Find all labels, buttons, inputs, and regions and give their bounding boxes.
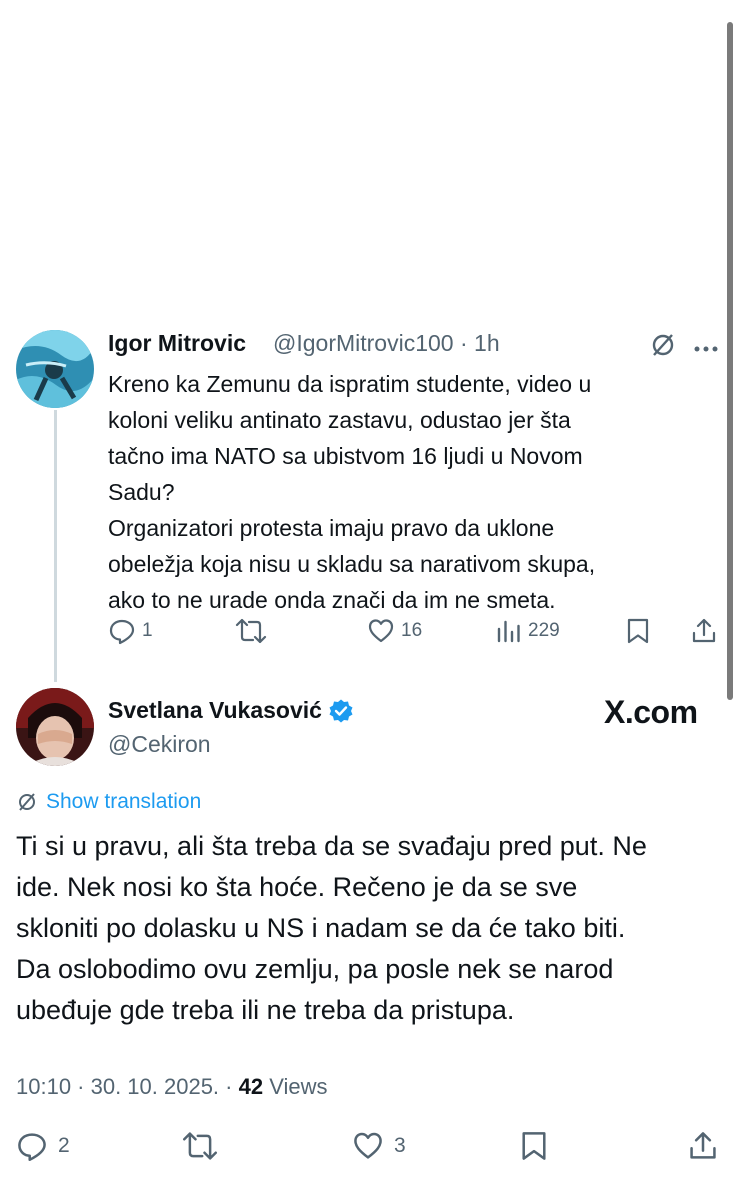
reply-time[interactable]: 1h: [474, 330, 500, 356]
main-tweet-meta: 10:10 · 30. 10. 2025. · 42 Views: [16, 1074, 328, 1100]
share-icon: [692, 618, 716, 643]
reply-icon: [18, 1133, 46, 1161]
retweet-icon: [183, 1132, 217, 1160]
main-retweet-button[interactable]: [182, 1130, 218, 1162]
reply-share-button[interactable]: [691, 617, 717, 645]
scrollbar[interactable]: [727, 22, 733, 700]
more-icon[interactable]: [693, 340, 719, 358]
reply-text-line: koloni veliku antinato zastavu, odustao …: [108, 407, 571, 433]
main-text-line: ubeđuje gde treba ili ne treba da pristu…: [16, 995, 515, 1025]
main-avatar[interactable]: [16, 688, 94, 766]
thread-connector-line: [54, 410, 57, 682]
main-replies-count: 2: [58, 1134, 70, 1157]
main-share-button[interactable]: [688, 1130, 718, 1162]
main-tweet-text: Ti si u pravu, ali šta treba da se svađa…: [16, 826, 726, 1031]
main-handle[interactable]: @Cekiron: [108, 731, 211, 758]
main-views-count: 42: [238, 1074, 264, 1099]
show-translation-link[interactable]: Show translation: [16, 790, 201, 814]
reply-bookmark-button[interactable]: [626, 617, 650, 645]
main-text-line: Ti si u pravu, ali šta treba da se svađa…: [16, 831, 647, 861]
reply-avatar[interactable]: [16, 330, 94, 408]
reply-text-line: Organizatori protesta imaju pravo da ukl…: [108, 515, 555, 541]
reply-like-button[interactable]: 16: [367, 617, 422, 645]
main-views-label: Views: [269, 1074, 328, 1099]
main-likes-count: 3: [394, 1134, 406, 1157]
reply-handle[interactable]: @IgorMitrovic100 · 1h: [273, 330, 500, 357]
reply-text-line: Kreno ka Zemunu da ispratim studente, vi…: [108, 371, 592, 397]
reply-likes-count: 16: [401, 620, 423, 641]
main-bookmark-button[interactable]: [520, 1130, 548, 1162]
reply-text-line: obeležja koja nisu u skladu sa narativom…: [108, 551, 596, 577]
main-text-line: skloniti po dolasku u NS i nadam se da ć…: [16, 913, 626, 943]
reply-reply-button[interactable]: 1: [108, 617, 153, 645]
main-reply-button[interactable]: 2: [16, 1130, 70, 1162]
reply-handle-text[interactable]: @IgorMitrovic100: [273, 330, 454, 356]
like-icon: [368, 619, 394, 643]
reply-icon: [109, 619, 135, 645]
verified-badge-icon: [329, 699, 353, 722]
views-icon: [497, 620, 520, 643]
x-com-watermark: X.com: [604, 694, 698, 730]
reply-text-line: Sadu?: [108, 479, 175, 505]
reply-replies-count: 1: [142, 620, 153, 641]
reply-text-line: tačno ima NATO sa ubistvom 16 ljudi u No…: [108, 443, 583, 469]
reply-views-button[interactable]: 229: [496, 617, 560, 645]
reply-views-count: 229: [528, 620, 560, 641]
bookmark-icon: [627, 618, 649, 644]
bookmark-icon: [522, 1132, 546, 1160]
retweet-icon: [235, 618, 267, 644]
main-timestamp[interactable]: 10:10 · 30. 10. 2025. ·: [16, 1074, 233, 1099]
reply-retweet-button[interactable]: [235, 617, 267, 645]
translate-icon[interactable]: [649, 331, 677, 364]
reply-author-name[interactable]: Igor Mitrovic: [108, 330, 246, 357]
main-author-name[interactable]: Svetlana Vukasović: [108, 697, 354, 724]
main-like-button[interactable]: 3: [352, 1130, 406, 1162]
main-text-line: ide. Nek nosi ko šta hoće. Rečeno je da …: [16, 872, 578, 902]
share-icon: [690, 1132, 716, 1159]
like-icon: [354, 1132, 382, 1159]
translate-icon: [19, 793, 35, 811]
main-author-name-text[interactable]: Svetlana Vukasović: [108, 697, 322, 724]
show-translation-label[interactable]: Show translation: [46, 790, 201, 814]
reply-text-line: ako to ne urade onda znači da im ne smet…: [108, 587, 556, 613]
main-text-line: Da oslobodimo ovu zemlju, pa posle nek s…: [16, 954, 614, 984]
reply-tweet-text: Kreno ka Zemunu da ispratim studente, vi…: [108, 366, 698, 618]
